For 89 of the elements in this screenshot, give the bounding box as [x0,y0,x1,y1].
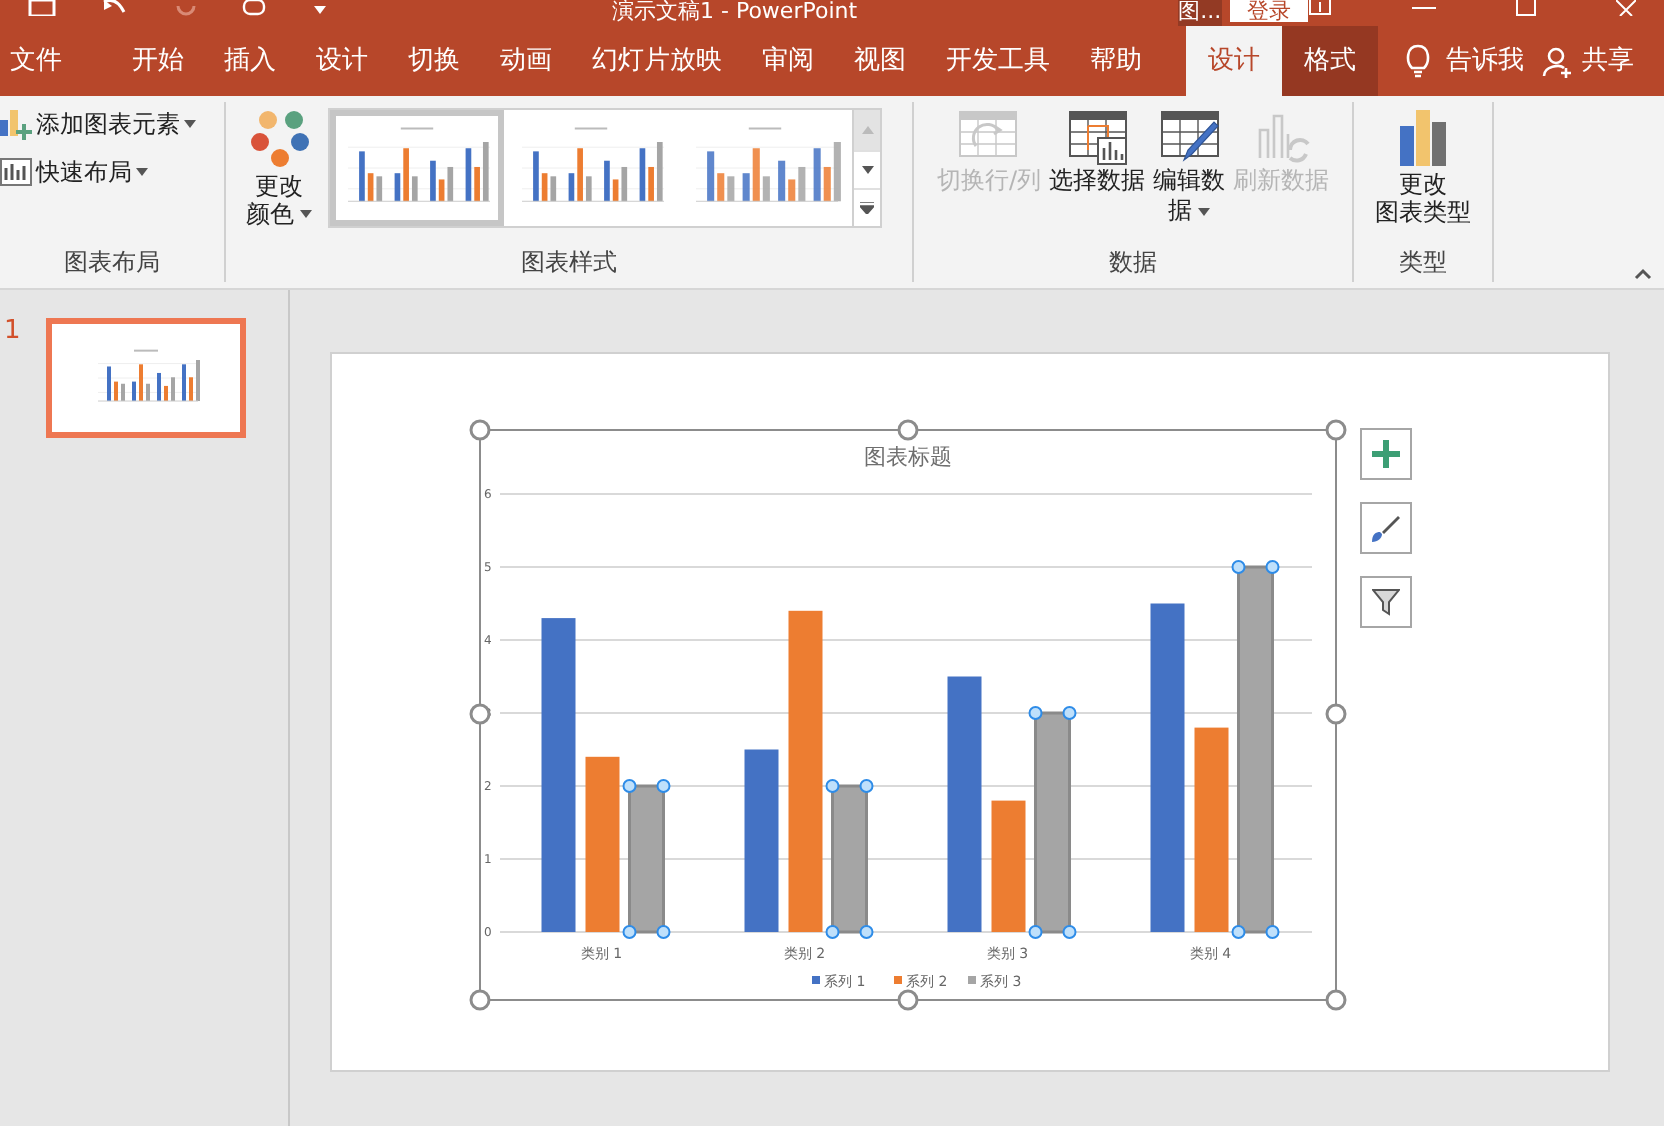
resize-handle[interactable] [897,419,919,441]
dropdown-caret-icon [184,120,196,128]
ribbon-display-icon[interactable] [1308,0,1332,16]
data-point-handle[interactable] [859,925,874,939]
dropdown-caret-icon [136,168,148,176]
data-point-handle[interactable] [622,779,637,793]
resize-handle[interactable] [469,419,491,441]
resize-handle[interactable] [1325,989,1347,1011]
change-chart-type-button[interactable]: 更改 图表类型 [1375,110,1471,244]
chart-bar[interactable] [1150,603,1185,932]
ribbon-tab[interactable]: 动画 [480,26,572,96]
scroll-down-icon [861,166,873,174]
data-point-handle[interactable] [1028,925,1043,939]
window-title: 演示文稿1 - PowerPoint [612,0,858,22]
collapse-ribbon-icon[interactable] [1634,268,1652,280]
slide-number: 1 [2,318,23,346]
group-label: 类型 [1399,248,1447,276]
redo-icon[interactable] [176,0,196,16]
data-point-handle[interactable] [1062,706,1077,720]
ribbon-tab[interactable]: 审阅 [742,26,834,96]
ribbon-tab[interactable]: 设计 [296,26,388,96]
bar-chart-icon [1399,110,1447,166]
chart-title: 图表标题 [864,444,952,470]
quick-layout-button[interactable]: 快速布局 [0,154,224,190]
data-point-handle[interactable] [825,779,840,793]
ribbon-tab[interactable]: 设计 [1186,26,1282,96]
ribbon-tab[interactable]: 文件 [0,26,112,96]
ribbon-tab[interactable]: 开始 [112,26,204,96]
ribbon-tab[interactable]: 开发工具 [926,26,1070,96]
context-label: 图... [1177,0,1223,26]
resize-handle[interactable] [1325,419,1347,441]
expand-gallery-icon [860,202,874,214]
close-icon[interactable] [1616,0,1636,16]
lightbulb-icon [1406,44,1430,78]
ribbon-tab[interactable]: 视图 [834,26,926,96]
save-icon[interactable] [28,0,56,16]
ribbon-tab[interactable]: 幻灯片放映 [572,26,742,96]
dropdown-caret-icon [300,210,312,218]
scroll-up-icon [861,126,873,134]
data-point-handle[interactable] [1062,925,1077,939]
add-chart-element-button[interactable]: 添加图表元素 [0,106,224,142]
chart-bar[interactable] [1034,711,1071,934]
select-data-icon [1067,110,1128,166]
chart-bar[interactable] [947,676,982,932]
chart-bar[interactable] [541,618,576,932]
resize-handle[interactable] [897,989,919,1011]
data-point-handle[interactable] [825,925,840,939]
resize-handle[interactable] [469,989,491,1011]
data-button[interactable]: 编辑数 据 [1153,110,1226,226]
data-point-handle[interactable] [622,925,637,939]
paintbrush-icon [1370,512,1402,544]
resize-handle[interactable] [469,703,491,725]
ribbon-tab[interactable]: 切换 [388,26,480,96]
maximize-icon[interactable] [1516,0,1536,16]
ribbon-tab[interactable]: 格式 [1282,26,1378,96]
edit-data-icon [1159,110,1220,166]
data-point-handle[interactable] [1265,560,1280,574]
person-add-icon [1542,45,1574,77]
group-label: 数据 [1109,248,1157,276]
data-point-handle[interactable] [1028,706,1043,720]
color-dots-icon [249,108,309,168]
chart-filter-button[interactable] [1360,576,1412,628]
ribbon-tab[interactable]: 插入 [204,26,296,96]
chart-bar[interactable] [628,784,665,934]
chart-add-icon [0,108,32,140]
chart-style-button[interactable] [1360,502,1412,554]
group-label: 图表布局 [64,248,160,276]
plus-icon [1372,440,1400,468]
sign-in-button[interactable]: 登录 [1230,0,1308,22]
add-element-button[interactable] [1360,428,1412,480]
data-point-handle[interactable] [1265,925,1280,939]
data-point-handle[interactable] [656,779,671,793]
presenter-icon[interactable] [240,0,268,16]
tell-me-button[interactable]: 告诉我 [1446,41,1524,81]
group-label: 图表样式 [521,248,617,276]
chart-bar[interactable] [744,749,779,932]
data-point-handle[interactable] [656,925,671,939]
customize-icon[interactable] [312,0,328,16]
filter-icon [1372,588,1400,616]
share-button[interactable]: 共享 [1582,41,1634,81]
data-point-handle[interactable] [1231,560,1246,574]
resize-handle[interactable] [1325,703,1347,725]
chart-bar[interactable] [831,784,868,934]
data-point-handle[interactable] [859,779,874,793]
ribbon-tab[interactable]: 帮助 [1070,26,1162,96]
slide-thumbnail[interactable] [46,318,246,438]
data-button[interactable]: 选择数据 [1049,110,1146,196]
data-point-handle[interactable] [1231,925,1246,939]
change-colors-button[interactable]: 更改 颜色 [246,108,312,228]
